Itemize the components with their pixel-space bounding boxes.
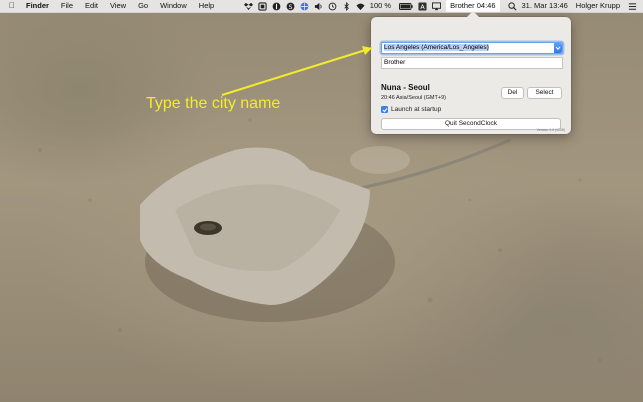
city-input[interactable]: Los Angeles (America/Los_Angeles): [384, 44, 489, 51]
version-label: Version 1.0 (1108): [536, 128, 565, 132]
popover-arrow: [467, 11, 479, 17]
menu-edit[interactable]: Edit: [85, 0, 98, 12]
spotlight-search-icon[interactable]: [507, 1, 517, 11]
annotation-text: Type the city name: [146, 95, 281, 112]
city-combobox[interactable]: Los Angeles (America/Los_Angeles): [381, 42, 563, 54]
checkmark-icon: [382, 107, 387, 112]
notification-center-icon[interactable]: [628, 2, 637, 11]
menubar-clock[interactable]: 31. Mar 13:46: [522, 0, 568, 12]
launch-at-startup-label: Launch at startup: [391, 106, 442, 113]
svg-text:A: A: [420, 4, 425, 11]
airplay-icon[interactable]: [432, 1, 442, 11]
delete-button[interactable]: Del: [501, 87, 524, 99]
info-circle-icon[interactable]: [272, 2, 281, 11]
skype-icon[interactable]: S: [286, 2, 295, 11]
menu-app-finder[interactable]: Finder: [26, 0, 49, 12]
menu-view[interactable]: View: [110, 0, 126, 12]
text-input-icon[interactable]: A: [418, 1, 427, 11]
volume-icon[interactable]: [314, 2, 323, 11]
bluetooth-icon[interactable]: [342, 1, 351, 11]
secondclock-popover: Los Angeles (America/Los_Angeles) Brothe…: [371, 11, 571, 134]
time-machine-icon[interactable]: [328, 2, 337, 11]
box-icon[interactable]: [258, 1, 267, 11]
menu-window[interactable]: Window: [160, 0, 187, 12]
battery-percent: 100 %: [369, 1, 392, 10]
name-field[interactable]: Brother: [381, 57, 563, 69]
menu-help[interactable]: Help: [199, 0, 214, 12]
menu-file[interactable]: File: [61, 0, 73, 12]
selected-clock-title: Nuna - Seoul: [381, 83, 430, 92]
city-value-wrap[interactable]: Los Angeles (America/Los_Angeles): [382, 43, 554, 53]
menu-go[interactable]: Go: [138, 0, 148, 12]
launch-at-startup-row[interactable]: Launch at startup: [381, 106, 441, 113]
globe-icon[interactable]: [300, 2, 309, 11]
chevron-down-icon[interactable]: [554, 43, 562, 53]
select-button[interactable]: Select: [527, 87, 562, 99]
user-name[interactable]: Holger Krupp: [576, 0, 620, 12]
apple-menu-icon[interactable]: : [9, 0, 23, 12]
launch-checkbox[interactable]: [381, 106, 388, 113]
quit-button[interactable]: Quit SecondClock: [381, 118, 561, 130]
wifi-icon[interactable]: [356, 2, 365, 11]
menu-bar:  Finder File Edit View Go Window Help S: [0, 0, 643, 13]
status-area: S 100 % A Brother 04:46 31. Mar 13:46 Ho…: [243, 0, 643, 12]
selected-clock-detail: 20:46 Asia/Seoul (GMT+9): [381, 95, 446, 101]
dropbox-icon[interactable]: [243, 2, 253, 11]
svg-text:S: S: [288, 3, 292, 10]
battery-icon[interactable]: [399, 2, 413, 11]
